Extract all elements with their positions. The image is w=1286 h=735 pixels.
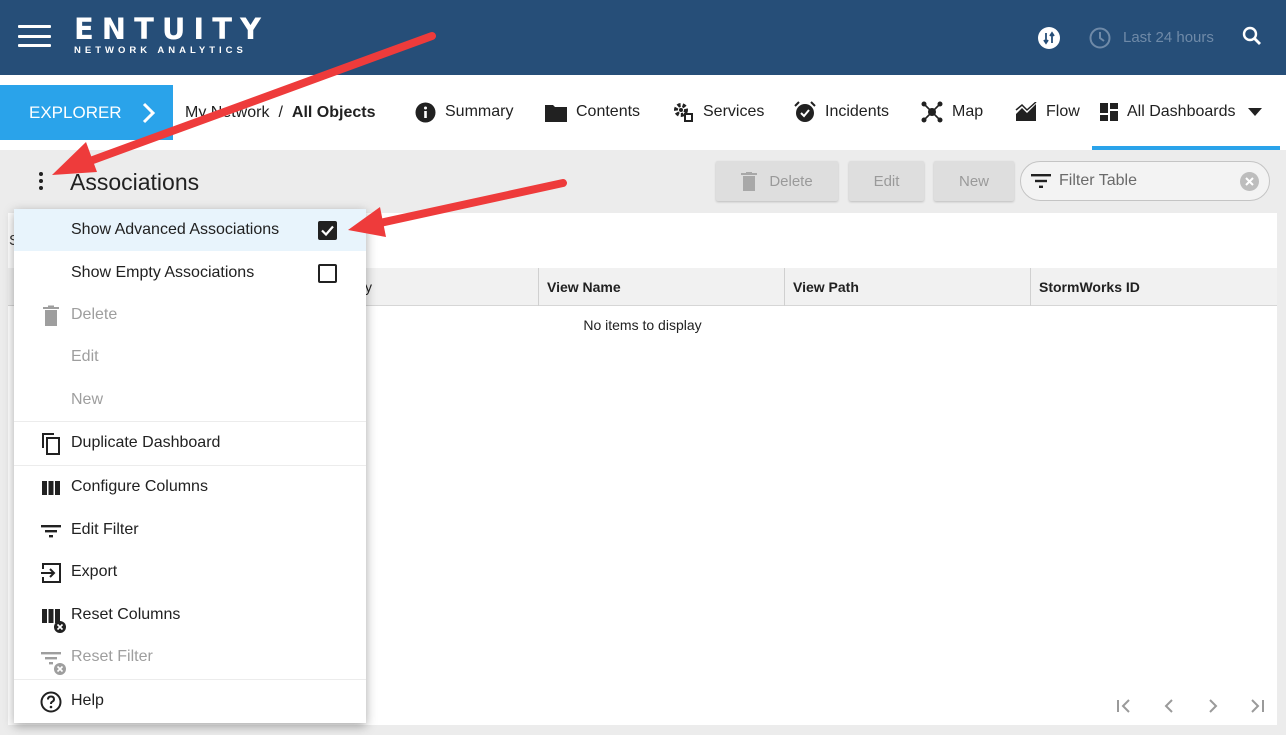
delete-button-label: Delete: [769, 172, 813, 190]
trash-icon: [741, 171, 758, 191]
filter-table-input[interactable]: Filter Table: [1020, 161, 1270, 201]
new-button-label: New: [958, 172, 989, 190]
filter-icon: [40, 520, 62, 542]
menu-item-label: New: [71, 391, 104, 408]
menu-item-show-advanced-associations[interactable]: Show Advanced Associations: [14, 209, 366, 251]
menu-item-export[interactable]: Export: [14, 551, 366, 593]
edit-button-label: Edit: [873, 172, 900, 190]
tab-all-dashboards-label: All Dashboards: [1127, 103, 1236, 120]
breadcrumb-all-objects: All Objects: [291, 104, 376, 121]
tab-map[interactable]: Map: [921, 100, 983, 124]
menu-item-label: Show Empty Associations: [71, 264, 255, 281]
menu-item-label: Reset Filter: [71, 648, 153, 665]
menu-item-duplicate-dashboard[interactable]: Duplicate Dashboard: [14, 422, 366, 464]
first-page-icon[interactable]: [1114, 696, 1136, 716]
trash-icon: [40, 305, 62, 327]
column-header-stormworks-id[interactable]: StormWorks ID: [1030, 268, 1277, 306]
explorer-label: EXPLORER: [29, 102, 122, 122]
filter-placeholder: Filter Table: [1059, 172, 1137, 189]
page-title: Associations: [70, 169, 200, 195]
topology-icon: [921, 101, 943, 123]
clock-icon: [1089, 27, 1111, 49]
new-button[interactable]: New: [934, 161, 1014, 201]
tab-services[interactable]: Services: [672, 100, 764, 124]
menu-item-label: Export: [71, 563, 118, 580]
breadcrumb: My Network / All Objects: [185, 104, 375, 122]
menu-item-new[interactable]: New: [14, 379, 366, 421]
more-options-icon[interactable]: [39, 172, 45, 190]
tab-contents[interactable]: Contents: [545, 100, 640, 124]
menu-item-label: Configure Columns: [71, 478, 208, 495]
last-page-icon[interactable]: [1246, 696, 1268, 716]
tab-map-label: Map: [952, 103, 984, 120]
menu-item-edit-filter[interactable]: Edit Filter: [14, 509, 366, 551]
page-header: Associations Delete Edit New Filter Tabl…: [0, 150, 1286, 213]
menu-item-label: Delete: [71, 306, 118, 323]
menu-item-show-empty-associations[interactable]: Show Empty Associations: [14, 252, 366, 294]
menu-item-label: Edit Filter: [71, 521, 139, 538]
checkbox-checked-icon[interactable]: [318, 221, 337, 240]
more-options-menu: Show Advanced Associations Show Empty As…: [14, 209, 366, 723]
sync-icon[interactable]: [1038, 27, 1060, 49]
chevron-right-icon: [142, 102, 155, 123]
brand-logo: ENTUITY NETWORK ANALYTICS: [74, 14, 269, 56]
previous-page-icon[interactable]: [1158, 696, 1180, 716]
area-chart-icon: [1015, 102, 1037, 121]
folder-icon: [545, 104, 567, 122]
brand-subtitle: NETWORK ANALYTICS: [74, 45, 247, 56]
column-header-view-name[interactable]: View Name: [538, 268, 784, 306]
tab-incidents-label: Incidents: [825, 103, 890, 120]
tab-services-label: Services: [703, 103, 765, 120]
time-range-label[interactable]: Last 24 hours: [1123, 29, 1214, 46]
nav-bar: EXPLORER My Network / All Objects Summary …: [0, 75, 1286, 150]
menu-item-configure-columns[interactable]: Configure Columns: [14, 466, 366, 508]
checkbox-unchecked-icon[interactable]: [318, 264, 337, 283]
edit-button[interactable]: Edit: [849, 161, 924, 201]
reset-filter-icon: [40, 647, 66, 675]
column-header-view-path[interactable]: View Path: [784, 268, 1030, 306]
menu-item-label: Help: [71, 692, 104, 709]
export-icon: [40, 562, 62, 584]
hamburger-menu-icon[interactable]: [18, 25, 51, 47]
caret-down-icon[interactable]: [1247, 108, 1262, 116]
dashboard-icon: [1100, 103, 1118, 121]
copy-icon: [40, 433, 62, 455]
search-icon[interactable]: [1242, 26, 1262, 46]
brand-title: ENTUITY: [74, 12, 269, 46]
help-icon: [40, 691, 62, 713]
column-header-partial[interactable]: y: [365, 268, 372, 306]
tab-incidents[interactable]: Incidents: [794, 100, 889, 124]
menu-item-edit[interactable]: Edit: [14, 336, 366, 378]
reset-columns-icon: [40, 605, 66, 633]
clear-filter-icon[interactable]: [1240, 172, 1259, 191]
tab-summary-label: Summary: [445, 103, 514, 120]
services-icon: [674, 103, 693, 122]
tab-summary[interactable]: Summary: [415, 100, 513, 124]
explorer-button[interactable]: EXPLORER: [0, 85, 173, 140]
tab-flow[interactable]: Flow: [1015, 100, 1080, 124]
alarm-clock-icon: [794, 101, 816, 122]
breadcrumb-separator: /: [278, 104, 283, 121]
tab-all-dashboards[interactable]: All Dashboards: [1100, 100, 1262, 124]
tab-flow-label: Flow: [1046, 103, 1080, 120]
info-icon: [415, 102, 436, 122]
menu-item-label: Show Advanced Associations: [71, 221, 280, 238]
tab-contents-label: Contents: [576, 103, 641, 120]
menu-item-reset-filter[interactable]: Reset Filter: [14, 636, 366, 678]
menu-item-delete[interactable]: Delete: [14, 294, 366, 336]
menu-item-label: Duplicate Dashboard: [71, 434, 221, 451]
menu-item-reset-columns[interactable]: Reset Columns: [14, 594, 366, 636]
breadcrumb-my-network[interactable]: My Network: [185, 104, 269, 121]
delete-button[interactable]: Delete: [716, 161, 838, 201]
columns-icon: [40, 477, 62, 499]
menu-item-label: Reset Columns: [71, 606, 181, 623]
top-bar: ENTUITY NETWORK ANALYTICS Last 24 hours: [0, 0, 1286, 75]
menu-item-help[interactable]: Help: [14, 680, 366, 722]
menu-item-label: Edit: [71, 348, 99, 365]
next-page-icon[interactable]: [1202, 696, 1224, 716]
filter-icon: [1031, 174, 1051, 188]
